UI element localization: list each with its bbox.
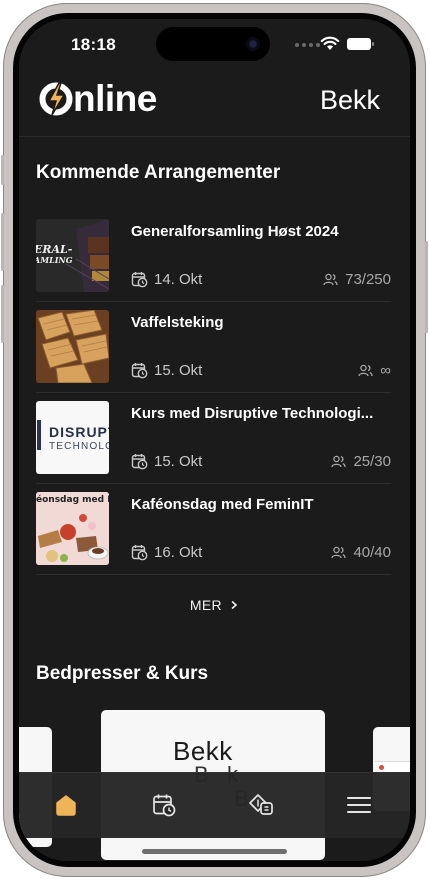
tab-home[interactable] <box>50 789 82 821</box>
camera-icon <box>246 37 260 51</box>
thumb-text: AMLING <box>36 255 73 265</box>
event-capacity: 25/30 <box>331 453 391 470</box>
event-card[interactable]: éonsdag med Femi Kaféonsdag med FeminIT … <box>36 484 391 575</box>
event-date: 16. Okt <box>131 544 202 561</box>
users-icon <box>358 364 373 377</box>
chevron-right-icon <box>231 600 238 610</box>
thumb-mark <box>37 420 41 450</box>
event-title: Vaffelsteking <box>131 314 224 331</box>
online-bolt-logo-icon <box>39 82 73 116</box>
event-card[interactable]: ERAL- AMLING Generalforsamling Høst 2024… <box>36 211 391 302</box>
thumb-text: TECHNOLO <box>49 441 109 452</box>
event-capacity-text: 40/40 <box>353 544 391 561</box>
power-button <box>425 241 428 333</box>
calendar-clock-icon <box>131 363 148 379</box>
app-header: nline Bekk <box>19 75 410 137</box>
event-title: Kaféonsdag med FeminIT <box>131 496 314 513</box>
event-title: Generalforsamling Høst 2024 <box>131 223 339 240</box>
app-screen: 18:18 nline Bekk Kommende Arrangementer <box>19 19 410 861</box>
event-date: 15. Okt <box>131 362 202 379</box>
tab-bar <box>19 772 410 838</box>
event-date-text: 14. Okt <box>154 271 203 288</box>
tab-career[interactable] <box>246 789 278 821</box>
status-bar: 18:18 <box>19 19 410 75</box>
wifi-icon <box>320 36 340 50</box>
event-thumbnail <box>36 310 109 383</box>
more-button[interactable]: MER <box>19 597 410 613</box>
event-title: Kurs med Disruptive Technologi... <box>131 405 374 422</box>
section-title-companies: Bedpresser & Kurs <box>36 663 209 684</box>
event-card[interactable]: DISRUPT TECHNOLO Kurs med Disruptive Tec… <box>36 393 391 484</box>
thumb-text: éonsdag med Femi <box>36 495 109 505</box>
volume-up-button <box>1 213 4 271</box>
users-icon <box>331 546 347 559</box>
more-label: MER <box>189 597 222 613</box>
users-icon <box>331 455 347 468</box>
thumb-text: DISRUPT <box>49 424 109 440</box>
calendar-clock-icon <box>131 454 148 470</box>
event-thumbnail: ERAL- AMLING <box>36 219 109 292</box>
tab-menu[interactable] <box>343 789 375 821</box>
event-date-text: 15. Okt <box>154 453 203 470</box>
event-thumbnail: éonsdag med Femi <box>36 492 109 565</box>
online-logo[interactable]: nline <box>39 79 157 119</box>
event-card[interactable]: Vaffelsteking 15. Okt ∞ <box>36 302 391 393</box>
company-name[interactable]: Bekk <box>320 83 380 117</box>
event-capacity: 40/40 <box>331 544 391 561</box>
menu-icon <box>347 797 371 813</box>
event-capacity: 73/250 <box>323 271 391 288</box>
event-date-text: 16. Okt <box>154 544 203 561</box>
home-icon <box>56 795 76 816</box>
tab-events[interactable] <box>148 789 180 821</box>
home-indicator <box>142 849 287 854</box>
volume-down-button <box>1 285 4 343</box>
event-thumbnail: DISRUPT TECHNOLO <box>36 401 109 474</box>
battery-icon <box>347 38 374 50</box>
event-capacity-text: 25/30 <box>353 453 391 470</box>
red-dot-icon <box>379 765 384 770</box>
event-capacity-text: ∞ <box>380 362 391 379</box>
calendar-icon <box>153 794 176 817</box>
calendar-clock-icon <box>131 545 148 561</box>
event-date: 15. Okt <box>131 453 202 470</box>
calendar-clock-icon <box>131 272 148 288</box>
mute-switch <box>1 155 4 185</box>
event-date: 14. Okt <box>131 271 202 288</box>
event-capacity-text: 73/250 <box>345 271 391 288</box>
cellular-signal-icon <box>295 43 320 47</box>
users-icon <box>323 273 338 286</box>
dynamic-island <box>156 27 270 61</box>
event-date-text: 15. Okt <box>154 362 203 379</box>
section-title-upcoming: Kommende Arrangementer <box>36 162 281 183</box>
career-icon <box>249 794 273 815</box>
event-capacity: ∞ <box>358 362 391 379</box>
status-time: 18:18 <box>71 35 116 54</box>
logo-text: nline <box>73 78 157 119</box>
